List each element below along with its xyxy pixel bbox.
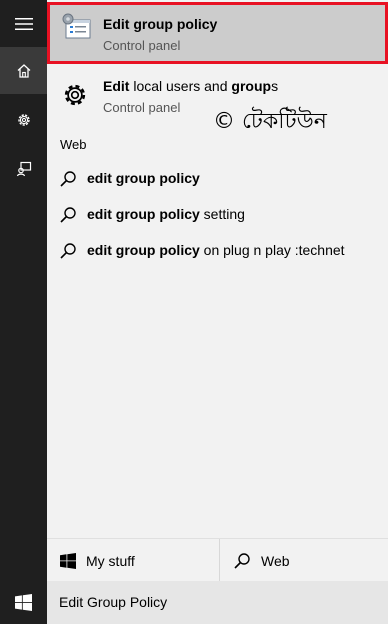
suggestion-bold: edit group policy [87,242,200,258]
search-icon [60,207,76,223]
best-match-result[interactable]: Edit group policy Control panel [47,2,388,64]
hamburger-icon [14,17,33,30]
title-part-group: group [231,78,272,94]
best-match-title: Edit group policy [103,16,218,32]
suggestion-rest: setting [199,206,245,222]
feedback-button[interactable] [0,145,47,192]
tab-divider [219,539,220,582]
search-icon [60,243,76,259]
tab-label: My stuff [86,552,135,569]
title-part-s: s [271,78,279,94]
feedback-icon [16,161,31,176]
title-part-edit: Edit [103,78,130,94]
web-suggestion[interactable]: edit group policy on plug n play :techne… [47,234,388,268]
search-scope-tabs: My stuff Web [47,538,388,582]
tab-my-stuff[interactable]: My stuff [60,539,135,582]
gear-icon [64,84,86,106]
gear-icon [17,113,30,126]
web-suggestion[interactable]: edit group policy [47,162,388,196]
windows-logo-icon [60,552,76,569]
web-suggestion-text: edit group policy on plug n play :techne… [87,242,345,258]
search-input[interactable]: Edit Group Policy [59,594,167,610]
best-match-subtitle: Control panel [103,38,181,53]
suggestion-bold: edit group policy [87,206,200,222]
home-button[interactable] [0,47,47,94]
suggestion-rest: on plug n play :technet [199,242,345,258]
start-button[interactable] [0,581,47,624]
web-suggestion-text: edit group policy setting [87,206,245,222]
result-subtitle: Control panel [103,100,181,115]
search-icon [234,552,250,569]
web-suggestion[interactable]: edit group policy setting [47,198,388,232]
group-policy-icon [62,13,91,39]
results-panel: Edit group policy Control panel Edit loc… [47,0,388,580]
home-icon [17,63,30,78]
left-rail [0,0,47,624]
suggestion-bold: edit group policy [87,170,200,186]
settings-button[interactable] [0,96,47,143]
title-part-mid: local users and [129,78,232,94]
hamburger-menu-button[interactable] [0,0,47,47]
windows-logo-icon [15,594,32,611]
tab-web[interactable]: Web [233,539,290,582]
result-title: Edit local users and groups [103,78,278,94]
taskbar: Edit Group Policy [0,581,388,624]
web-suggestion-text: edit group policy [87,170,200,186]
tab-label: Web [261,552,290,569]
web-section-header: Web [60,137,87,152]
copyright-watermark: © টেকটিউন [213,109,327,134]
search-icon [60,171,76,187]
